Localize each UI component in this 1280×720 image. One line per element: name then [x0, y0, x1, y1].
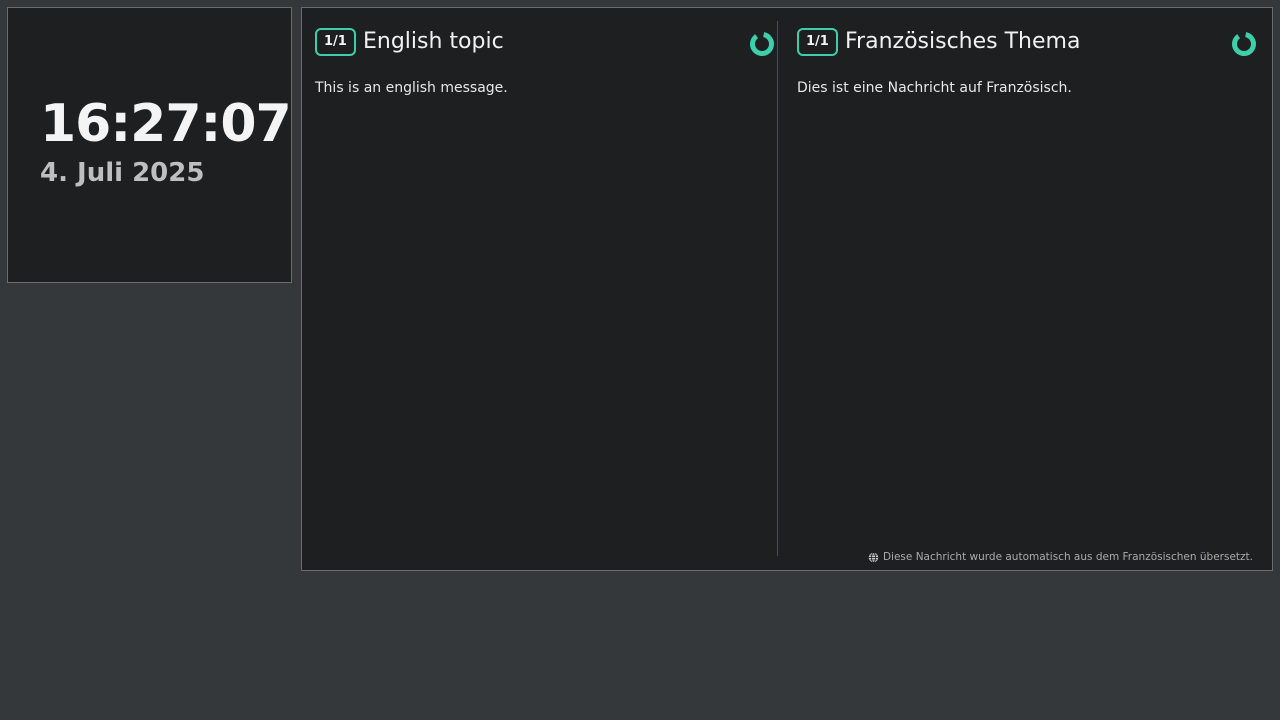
message-header: 1/1 Französisches Thema — [797, 28, 1257, 56]
messages-panel: 1/1 English topic This is an english mes… — [301, 7, 1273, 571]
progress-ring-icon — [1232, 32, 1256, 56]
translation-note: Diese Nachricht wurde automatisch aus de… — [868, 551, 1253, 563]
message-count-badge: 1/1 — [315, 28, 356, 56]
message-body: This is an english message. — [315, 80, 508, 96]
clock-date: 4. Juli 2025 — [40, 158, 205, 188]
globe-icon — [868, 551, 879, 563]
message-card-french: 1/1 Französisches Thema Dies ist eine Na… — [797, 8, 1257, 570]
clock-panel: 16:27:07 4. Juli 2025 — [7, 7, 292, 283]
clock-time: 16:27:07 — [40, 94, 292, 154]
message-topic: English topic — [363, 29, 504, 54]
message-topic: Französisches Thema — [845, 29, 1081, 54]
message-count-badge: 1/1 — [797, 28, 838, 56]
progress-ring-icon — [750, 32, 774, 56]
translation-note-text: Diese Nachricht wurde automatisch aus de… — [882, 551, 1253, 563]
message-body: Dies ist eine Nachricht auf Französisch. — [797, 80, 1072, 96]
column-divider — [777, 21, 778, 556]
message-header: 1/1 English topic — [315, 28, 775, 56]
message-card-english: 1/1 English topic This is an english mes… — [315, 8, 775, 570]
